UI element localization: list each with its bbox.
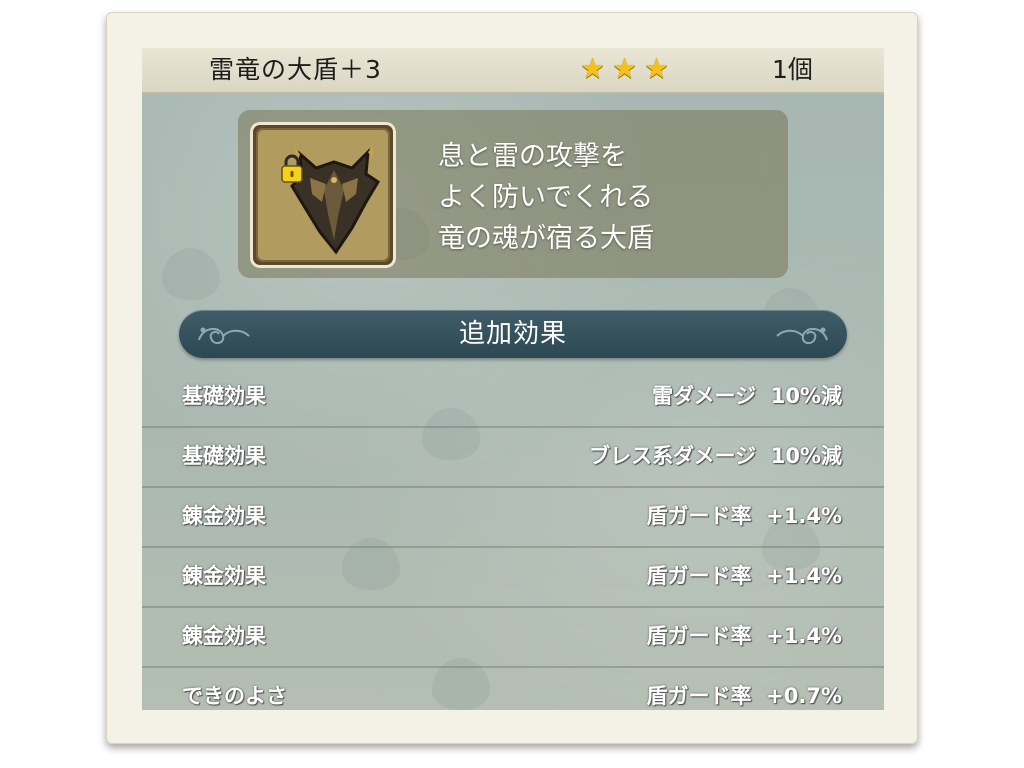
star-icon: ★ xyxy=(644,52,670,85)
star-icon: ★ xyxy=(612,52,638,85)
effect-row: 錬金効果 盾ガード率 +1.4% xyxy=(142,548,884,608)
effect-value: 盾ガード率 +0.7% xyxy=(646,684,842,708)
effect-value: 盾ガード率 +1.4% xyxy=(646,624,842,648)
lock-icon xyxy=(281,154,303,183)
star-icon: ★ xyxy=(580,52,606,85)
effect-label: できのよさ xyxy=(182,684,287,708)
background-slime-icon xyxy=(162,248,220,300)
item-header-bar: 雷竜の大盾＋3 ★ ★ ★ 1個 xyxy=(142,48,884,94)
effect-value: ブレス系ダメージ 10%減 xyxy=(589,444,842,468)
item-icon-background xyxy=(256,128,390,262)
additional-effects-banner: 追加効果 xyxy=(179,310,847,358)
effect-label: 錬金効果 xyxy=(182,624,266,648)
effect-label: 基礎効果 xyxy=(182,444,266,468)
effect-label: 基礎効果 xyxy=(182,384,266,408)
effect-value: 雷ダメージ 10%減 xyxy=(652,384,842,408)
effect-value: 盾ガード率 +1.4% xyxy=(646,504,842,528)
effect-row: 基礎効果 雷ダメージ 10%減 xyxy=(142,368,884,428)
item-detail-panel: 雷竜の大盾＋3 ★ ★ ★ 1個 息と雷の攻撃を よく防いでくれる 竜の魂が宿る… xyxy=(142,48,884,710)
effect-label: 錬金効果 xyxy=(182,504,266,528)
effect-row: 錬金効果 盾ガード率 +1.4% xyxy=(142,608,884,668)
item-count: 1個 xyxy=(772,55,813,84)
section-title: 追加効果 xyxy=(458,319,567,349)
effect-label: 錬金効果 xyxy=(182,564,266,588)
effects-list: 基礎効果 雷ダメージ 10%減 基礎効果 ブレス系ダメージ 10%減 錬金効果 … xyxy=(142,368,884,710)
flourish-right-icon xyxy=(776,327,828,344)
rarity-stars: ★ ★ ★ xyxy=(580,54,674,86)
item-name: 雷竜の大盾＋3 xyxy=(209,55,382,84)
item-description: 息と雷の攻撃を よく防いでくれる 竜の魂が宿る大盾 xyxy=(438,141,654,254)
effect-value: 盾ガード率 +1.4% xyxy=(646,564,842,588)
item-icon-frame[interactable] xyxy=(250,122,396,268)
effect-row: 基礎効果 ブレス系ダメージ 10%減 xyxy=(142,428,884,488)
effect-row: 錬金効果 盾ガード率 +1.4% xyxy=(142,488,884,548)
effect-row: できのよさ 盾ガード率 +0.7% xyxy=(142,668,884,710)
item-description-box: 息と雷の攻撃を よく防いでくれる 竜の魂が宿る大盾 xyxy=(238,110,788,278)
